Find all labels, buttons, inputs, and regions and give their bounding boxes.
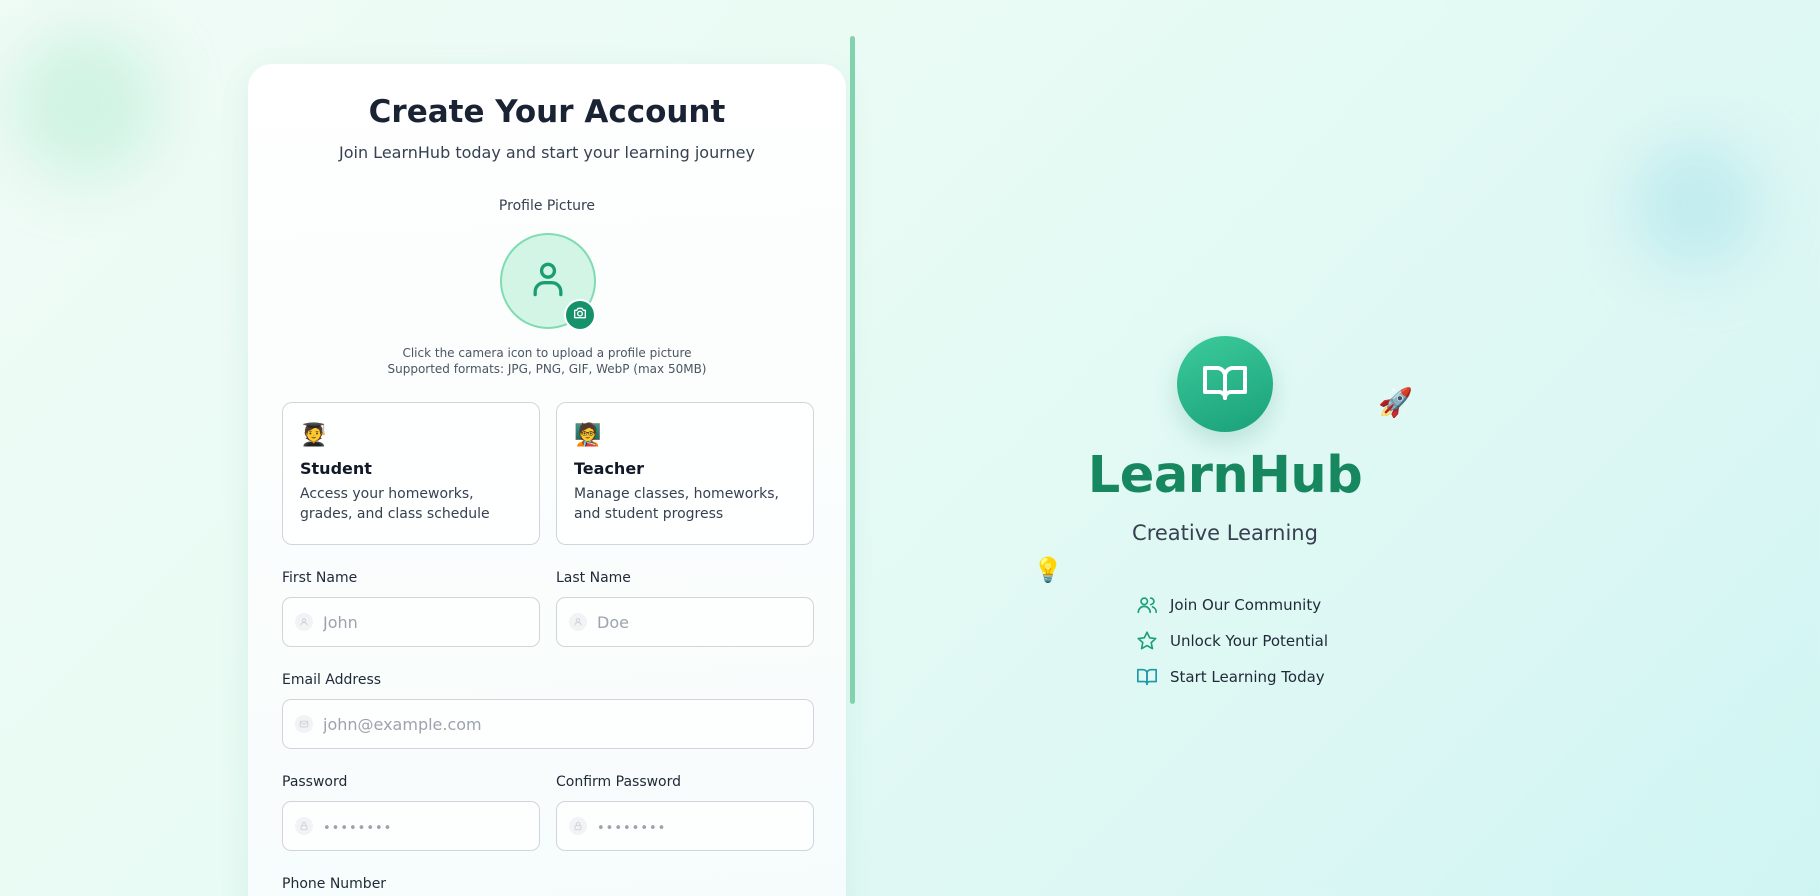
mail-icon: [295, 715, 313, 733]
confirm-password-label: Confirm Password: [556, 774, 682, 790]
role-description: Access your homeworks, grades, and class…: [300, 486, 490, 522]
users-icon: [1137, 597, 1157, 614]
page-title: Create Your Account: [368, 94, 726, 130]
upload-photo-button[interactable]: [564, 299, 596, 331]
teacher-emoji-icon: 🧑‍🏫: [574, 423, 602, 448]
last-name-input[interactable]: [597, 612, 793, 632]
brand-name: LearnHub: [1087, 446, 1363, 505]
password-input[interactable]: [323, 816, 519, 836]
learnhub-logo: [1177, 336, 1273, 432]
confirm-password-input[interactable]: [597, 816, 793, 836]
feature-label: Start Learning Today: [1170, 668, 1325, 686]
user-icon: [569, 613, 587, 631]
brand-tagline: Creative Learning: [1132, 521, 1318, 545]
password-field[interactable]: [282, 801, 540, 851]
book-open-icon: [1201, 358, 1249, 410]
first-name-input[interactable]: [323, 612, 519, 632]
feature-item: Unlock Your Potential: [1136, 629, 1328, 653]
lock-icon: [295, 817, 313, 835]
feature-label: Unlock Your Potential: [1170, 632, 1329, 650]
role-title: Student: [300, 459, 372, 478]
book-icon: [1137, 668, 1157, 686]
feature-label: Join Our Community: [1170, 596, 1322, 614]
upload-formats-line: Supported formats: JPG, PNG, GIF, WebP (…: [387, 362, 707, 376]
star-icon: [1137, 631, 1157, 650]
email-label: Email Address: [282, 672, 382, 688]
first-name-field[interactable]: [282, 597, 540, 647]
email-field[interactable]: [282, 699, 814, 749]
background-blob: [1630, 140, 1760, 270]
last-name-field[interactable]: [556, 597, 814, 647]
upload-hint-line: Click the camera icon to upload a profil…: [402, 346, 692, 360]
last-name-label: Last Name: [556, 570, 631, 586]
rocket-icon: 🚀: [1378, 386, 1413, 419]
user-icon: [295, 613, 313, 631]
background-blob: [10, 30, 160, 180]
profile-picture-label: Profile Picture: [498, 198, 596, 214]
email-input[interactable]: [323, 714, 738, 734]
camera-icon: [572, 305, 588, 325]
feature-item: Start Learning Today: [1136, 665, 1325, 689]
student-emoji-icon: 🧑‍🎓: [300, 423, 328, 448]
lightbulb-icon: 💡: [1033, 556, 1063, 584]
user-icon: [526, 257, 570, 305]
form-scrollbar[interactable]: [850, 36, 855, 704]
role-title: Teacher: [574, 459, 645, 478]
first-name-label: First Name: [282, 570, 358, 586]
upload-hint: Click the camera icon to upload a profil…: [248, 345, 846, 377]
role-option-teacher[interactable]: 🧑‍🏫 Teacher Manage classes, homeworks, a…: [556, 402, 814, 545]
feature-item: Join Our Community: [1136, 593, 1321, 617]
role-option-student[interactable]: 🧑‍🎓 Student Access your homeworks, grade…: [282, 402, 540, 545]
signup-form-card: Create Your Account Join LearnHub today …: [248, 64, 846, 896]
lock-icon: [569, 817, 587, 835]
phone-label: Phone Number: [282, 876, 387, 892]
password-label: Password: [282, 774, 348, 790]
role-description: Manage classes, homeworks, and student p…: [574, 486, 779, 522]
confirm-password-field[interactable]: [556, 801, 814, 851]
page-subtitle: Join LearnHub today and start your learn…: [339, 143, 755, 162]
